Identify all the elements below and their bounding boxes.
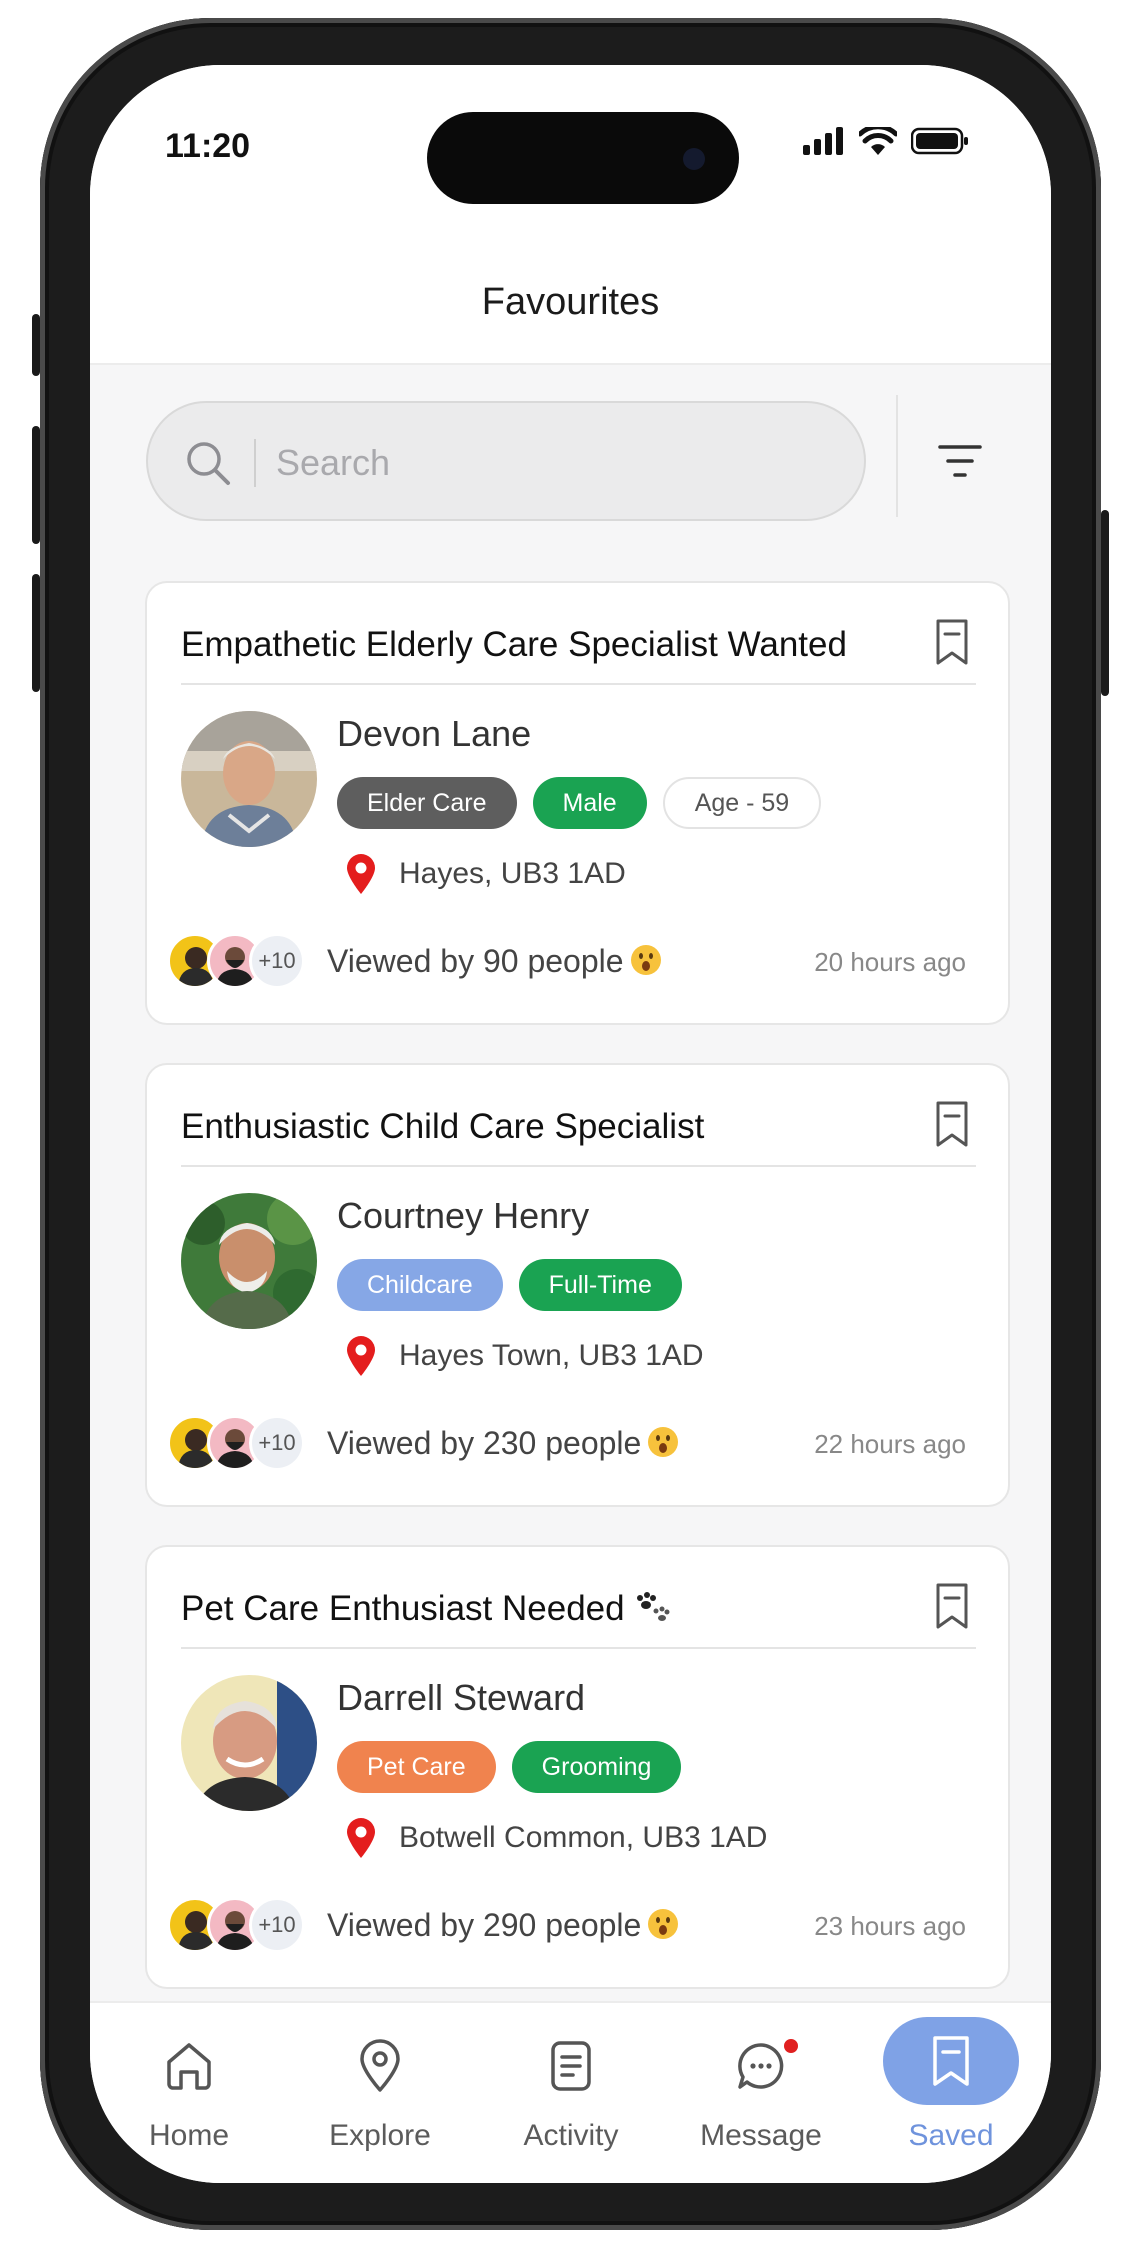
astonished-emoji-icon — [630, 945, 661, 975]
location: Hayes, UB3 1AD — [345, 853, 626, 895]
saved-active-pill — [883, 2017, 1019, 2105]
location-text: Hayes, UB3 1AD — [399, 857, 626, 890]
posted-time: 23 hours ago — [814, 1911, 966, 1941]
tag-elder-care: Elder Care — [337, 777, 517, 829]
avatar — [181, 1193, 317, 1329]
job-card[interactable]: Enthusiastic Child Care Specialist Court… — [145, 1063, 1010, 1507]
job-title: Pet Care Enthusiast Needed — [181, 1589, 670, 1629]
status-icons — [803, 127, 969, 155]
nav-label: Activity — [523, 2119, 619, 2152]
location-pin-icon — [347, 1336, 375, 1376]
tag-list: Pet Care Grooming — [337, 1741, 682, 1793]
page-title: Favourites — [481, 281, 660, 323]
person-name: Devon Lane — [337, 713, 532, 754]
signal-icon — [803, 127, 843, 155]
viewer-count-badge: +10 — [249, 933, 305, 989]
nav-home[interactable]: Home — [104, 2031, 274, 2153]
document-icon — [551, 2041, 591, 2091]
viewer-avatars: +10 — [167, 1415, 307, 1471]
card-divider — [181, 683, 976, 685]
person-name: Courtney Henry — [337, 1195, 590, 1236]
location: Hayes Town, UB3 1AD — [345, 1335, 704, 1377]
posted-time: 22 hours ago — [814, 1429, 966, 1459]
nav-explore[interactable]: Explore — [295, 2031, 465, 2153]
volume-up-button — [32, 426, 40, 544]
location-pin-icon — [347, 1818, 375, 1858]
avatar — [181, 711, 317, 847]
astonished-emoji-icon — [648, 1427, 679, 1457]
bookmark-icon — [933, 2036, 969, 2086]
favourites-list: Empathetic Elderly Care Specialist Wante… — [145, 581, 1010, 2027]
page-header: Favourites — [90, 225, 1051, 365]
battery-icon — [911, 127, 968, 155]
search-filter-divider — [896, 395, 898, 517]
nav-label: Message — [700, 2119, 822, 2152]
card-divider — [181, 1165, 976, 1167]
person-name: Darrell Steward — [337, 1677, 586, 1718]
nav-label: Saved — [908, 2119, 994, 2152]
location: Botwell Common, UB3 1AD — [345, 1817, 767, 1859]
volume-down-button — [32, 574, 40, 692]
bottom-nav: Home Explore Activity Message Saved — [90, 2001, 1051, 2183]
bookmark-icon[interactable] — [932, 617, 972, 667]
nav-message[interactable]: Message — [676, 2031, 846, 2153]
view-count: Viewed by 230 people — [327, 1425, 679, 1462]
job-title: Enthusiastic Child Care Specialist — [181, 1107, 705, 1146]
location-pin-icon — [347, 854, 375, 894]
search-input[interactable] — [276, 423, 836, 503]
tag-full-time: Full-Time — [518, 1259, 682, 1311]
card-divider — [181, 1647, 976, 1649]
avatar — [181, 1675, 317, 1811]
paw-prints-icon — [637, 1592, 670, 1621]
nav-activity[interactable]: Activity — [486, 2031, 656, 2153]
tag-list: Elder Care Male Age - 59 — [337, 777, 822, 829]
search-icon — [187, 442, 230, 485]
filter-button[interactable] — [920, 421, 1000, 501]
status-bar: 11:20 — [90, 65, 1051, 225]
job-card[interactable]: Pet Care Enthusiast Needed Darrell Stewa… — [145, 1545, 1010, 1989]
notification-dot — [782, 2037, 800, 2055]
map-pin-icon — [360, 2039, 400, 2092]
view-count: Viewed by 90 people — [327, 943, 662, 980]
tag-grooming: Grooming — [511, 1741, 682, 1793]
view-count: Viewed by 290 people — [327, 1907, 679, 1944]
app-screen: 11:20 Favourites Search Empathetic Elder… — [90, 65, 1051, 2183]
bookmark-icon[interactable] — [932, 1099, 972, 1149]
camera-icon — [683, 148, 705, 170]
nav-label: Explore — [329, 2119, 431, 2152]
chat-icon — [738, 2043, 784, 2089]
job-card[interactable]: Empathetic Elderly Care Specialist Wante… — [145, 581, 1010, 1025]
filter-icon — [938, 445, 982, 477]
posted-time: 20 hours ago — [814, 947, 966, 977]
mute-switch — [32, 314, 40, 376]
viewer-avatars: +10 — [167, 1897, 307, 1953]
wifi-icon — [859, 127, 897, 155]
nav-saved[interactable]: Saved — [866, 2017, 1036, 2153]
home-icon — [167, 2043, 211, 2090]
tag-pet-care: Pet Care — [337, 1741, 496, 1793]
location-text: Botwell Common, UB3 1AD — [399, 1821, 768, 1854]
nav-label: Home — [148, 2119, 230, 2152]
tag-gender: Male — [532, 777, 647, 829]
astonished-emoji-icon — [648, 1909, 679, 1939]
tag-list: Childcare Full-Time — [337, 1259, 682, 1311]
tag-childcare: Childcare — [337, 1259, 503, 1311]
search-separator — [254, 439, 256, 487]
job-title: Empathetic Elderly Care Specialist Wante… — [181, 625, 847, 664]
viewer-count-badge: +10 — [249, 1415, 305, 1471]
bookmark-icon[interactable] — [932, 1581, 972, 1631]
power-button — [1101, 510, 1109, 696]
dynamic-island — [427, 112, 739, 204]
viewer-count-badge: +10 — [249, 1897, 305, 1953]
phone-frame: 11:20 Favourites Search Empathetic Elder… — [32, 18, 1109, 2230]
viewer-avatars: +10 — [167, 933, 307, 989]
tag-age: Age - 59 — [662, 777, 822, 829]
status-time: 11:20 — [165, 127, 251, 165]
location-text: Hayes Town, UB3 1AD — [399, 1339, 704, 1372]
search-bar[interactable] — [146, 401, 866, 521]
